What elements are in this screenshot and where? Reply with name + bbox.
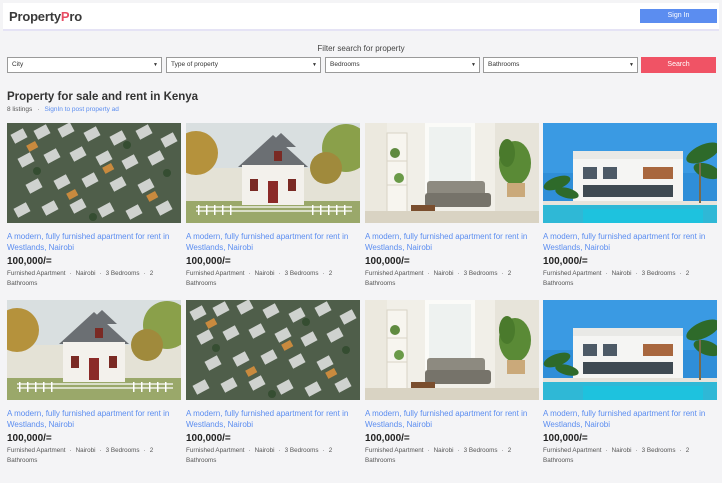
property-kind: Furnished Apartment — [543, 447, 602, 454]
listing-card[interactable]: A modern, fully furnished apartment for … — [7, 300, 181, 465]
property-city: Nairobi — [75, 270, 96, 277]
listing-meta: 8 listings · SignIn to post property ad — [7, 106, 119, 113]
property-kind: Furnished Apartment — [7, 270, 66, 277]
property-kind: Furnished Apartment — [7, 447, 66, 454]
filter-title: Filter search for property — [317, 44, 405, 53]
listing-title[interactable]: A modern, fully furnished apartment for … — [186, 408, 360, 430]
listing-title[interactable]: A modern, fully furnished apartment for … — [186, 231, 360, 253]
chevron-down-icon: ▼ — [312, 62, 317, 68]
pool-villa-image[interactable] — [543, 300, 717, 400]
chevron-down-icon: ▼ — [153, 62, 158, 68]
listing-card[interactable]: A modern, fully furnished apartment for … — [543, 123, 717, 288]
listing-card[interactable]: A modern, fully furnished apartment for … — [543, 300, 717, 465]
listing-title[interactable]: A modern, fully furnished apartment for … — [543, 408, 717, 430]
property-city: Nairobi — [75, 447, 96, 454]
signin-button[interactable]: Sign In — [640, 9, 717, 23]
bathrooms-select[interactable]: Bathrooms ▼ — [483, 57, 638, 73]
property-city: Nairobi — [433, 270, 454, 277]
listing-card[interactable]: A modern, fully furnished apartment for … — [365, 123, 539, 288]
listing-title[interactable]: A modern, fully furnished apartment for … — [7, 408, 181, 430]
bedroom-count: 3 Bedrooms — [641, 270, 676, 277]
living-room-image[interactable] — [365, 300, 539, 400]
listing-title[interactable]: A modern, fully furnished apartment for … — [365, 231, 539, 253]
bedroom-count: 3 Bedrooms — [463, 270, 498, 277]
listing-price: 100,000/= — [186, 256, 231, 267]
page-title: Property for sale and rent in Kenya — [7, 91, 199, 103]
bedroom-count: 3 Bedrooms — [105, 447, 140, 454]
listing-title[interactable]: A modern, fully furnished apartment for … — [543, 231, 717, 253]
aerial-houses-image[interactable] — [186, 300, 360, 400]
property-city: Nairobi — [611, 270, 632, 277]
bedroom-count: 3 Bedrooms — [105, 270, 140, 277]
property-kind: Furnished Apartment — [365, 447, 424, 454]
listing-details: Furnished Apartment · Nairobi · 3 Bedrooms · 2… — [365, 447, 512, 464]
listing-title[interactable]: A modern, fully furnished apartment for … — [365, 408, 539, 430]
property-kind: Furnished Apartment — [186, 447, 245, 454]
property-type-select[interactable]: Type of property ▼ — [166, 57, 321, 73]
listing-card[interactable]: A modern, fully furnished apartment for … — [365, 300, 539, 465]
aerial-houses-image[interactable] — [7, 123, 181, 223]
property-kind: Furnished Apartment — [365, 270, 424, 277]
site-logo[interactable]: PropertyPro — [9, 9, 82, 24]
white-cottage-image[interactable] — [7, 300, 181, 400]
listing-price: 100,000/= — [7, 433, 52, 444]
listing-details: Furnished Apartment · Nairobi · 3 Bedrooms · 2… — [7, 447, 154, 464]
listing-price: 100,000/= — [543, 256, 588, 267]
bedroom-count: 3 Bedrooms — [284, 447, 319, 454]
listing-details: Furnished Apartment · Nairobi · 3 Bedrooms · 2… — [543, 447, 690, 464]
property-city: Nairobi — [254, 447, 275, 454]
listing-title[interactable]: A modern, fully furnished apartment for … — [7, 231, 181, 253]
listing-details: Furnished Apartment · Nairobi · 3 Bedrooms · 2… — [543, 270, 690, 287]
living-room-image[interactable] — [365, 123, 539, 223]
bedroom-count: 3 Bedrooms — [284, 270, 319, 277]
bedroom-count: 3 Bedrooms — [641, 447, 676, 454]
city-select[interactable]: City ▼ — [7, 57, 162, 73]
property-city: Nairobi — [254, 270, 275, 277]
listing-price: 100,000/= — [543, 433, 588, 444]
listing-details: Furnished Apartment · Nairobi · 3 Bedrooms · 2… — [7, 270, 154, 287]
search-button[interactable]: Search — [641, 57, 716, 73]
chevron-down-icon: ▼ — [629, 62, 634, 68]
listing-price: 100,000/= — [365, 256, 410, 267]
top-navbar: PropertyPro Sign In — [3, 3, 719, 31]
listing-card[interactable]: A modern, fully furnished apartment for … — [186, 123, 360, 288]
listing-details: Furnished Apartment · Nairobi · 3 Bedrooms · 2… — [186, 447, 333, 464]
property-city: Nairobi — [433, 447, 454, 454]
property-kind: Furnished Apartment — [186, 270, 245, 277]
pool-villa-image[interactable] — [543, 123, 717, 223]
white-cottage-image[interactable] — [186, 123, 360, 223]
signin-to-post-link[interactable]: SignIn to post property ad — [44, 106, 118, 113]
property-city: Nairobi — [611, 447, 632, 454]
chevron-down-icon: ▼ — [471, 62, 476, 68]
bedrooms-select[interactable]: Bedrooms ▼ — [325, 57, 480, 73]
listing-price: 100,000/= — [186, 433, 231, 444]
property-kind: Furnished Apartment — [543, 270, 602, 277]
listing-price: 100,000/= — [365, 433, 410, 444]
listing-details: Furnished Apartment · Nairobi · 3 Bedrooms · 2… — [365, 270, 512, 287]
listing-details: Furnished Apartment · Nairobi · 3 Bedrooms · 2… — [186, 270, 333, 287]
listing-card[interactable]: A modern, fully furnished apartment for … — [7, 123, 181, 288]
listing-count: 8 listings — [7, 106, 33, 113]
listing-price: 100,000/= — [7, 256, 52, 267]
bedroom-count: 3 Bedrooms — [463, 447, 498, 454]
listing-card[interactable]: A modern, fully furnished apartment for … — [186, 300, 360, 465]
